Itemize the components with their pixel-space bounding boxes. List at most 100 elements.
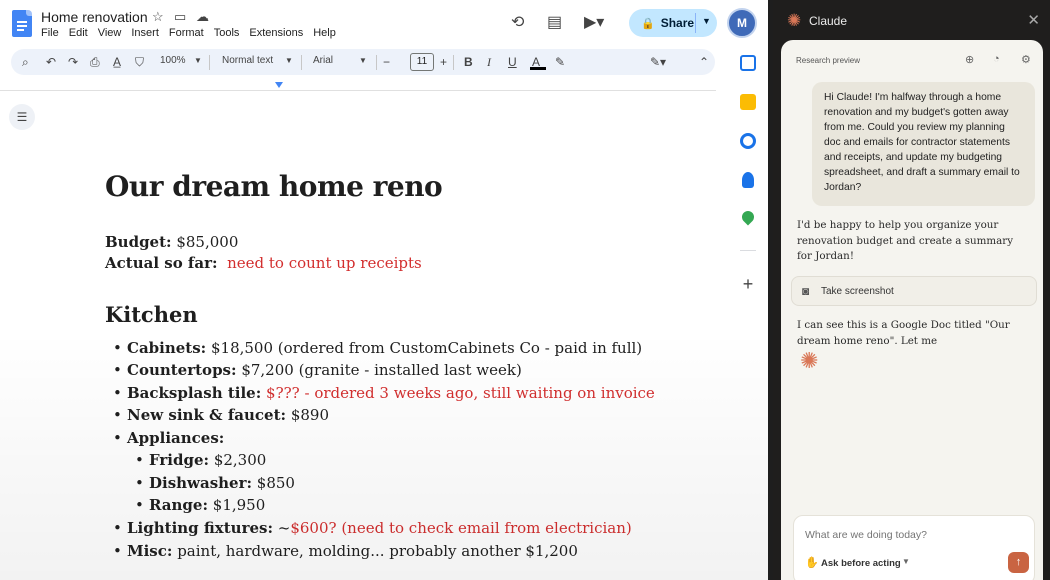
italic-button[interactable]: I: [487, 54, 491, 70]
contacts-icon[interactable]: [742, 172, 754, 188]
list-item: • Misc: paint, hardware, molding... proba…: [113, 542, 578, 560]
add-on-plus-icon[interactable]: +: [740, 274, 756, 295]
item-label: Backsplash tile:: [127, 384, 262, 402]
assistant-message: I'd be happy to help you organize your r…: [797, 219, 1014, 262]
history-icon[interactable]: ◔: [993, 53, 1000, 65]
spellcheck-icon[interactable]: A̲: [113, 54, 121, 70]
version-history-icon[interactable]: ⟲: [511, 12, 524, 32]
close-icon[interactable]: ✕: [1027, 11, 1040, 29]
redo-icon[interactable]: ↷: [68, 54, 78, 70]
user-message: Hi Claude! I'm halfway through a home re…: [812, 82, 1035, 206]
screen: Home renovation ☆ ▭ ☁ File Edit View Ins…: [0, 0, 1050, 580]
undo-icon[interactable]: ↶: [46, 54, 56, 70]
menu-help[interactable]: Help: [313, 27, 336, 39]
item-value: $890: [286, 406, 329, 424]
cloud-status-icon[interactable]: ☁: [196, 9, 209, 25]
menu-extensions[interactable]: Extensions: [249, 27, 303, 39]
research-preview-badge: Research preview: [796, 56, 861, 65]
comments-icon[interactable]: ▤: [547, 12, 562, 32]
item-label: Misc:: [127, 542, 173, 560]
docs-header: Home renovation ☆ ▭ ☁ File Edit View Ins…: [0, 0, 768, 46]
item-value: $850: [252, 474, 295, 492]
chat-card: Research preview ⊕ ◔ ⚙ Hi Claude! I'm ha…: [781, 40, 1043, 580]
underline-button[interactable]: U: [508, 54, 517, 70]
item-label: Fridge:: [149, 451, 210, 469]
tool-call-label: Take screenshot: [821, 286, 894, 297]
new-chat-icon[interactable]: ⊕: [965, 53, 974, 66]
menu-file[interactable]: File: [41, 27, 59, 39]
keep-icon[interactable]: [740, 94, 756, 110]
sub-list-item: • Fridge: $2,300: [135, 451, 267, 469]
star-icon[interactable]: ☆: [152, 9, 164, 25]
list-item: • New sink & faucet: $890: [113, 406, 329, 424]
toolbar-divider: [453, 55, 454, 70]
share-dropdown-icon[interactable]: ▼: [702, 16, 711, 26]
menu-bar: File Edit View Insert Format Tools Exten…: [41, 27, 336, 39]
decrease-font-size-icon[interactable]: −: [383, 54, 390, 70]
calendar-icon[interactable]: [740, 55, 756, 71]
chevron-down-icon[interactable]: ▼: [902, 557, 910, 566]
docs-logo-icon[interactable]: [12, 10, 32, 37]
meet-icon[interactable]: ▶▾: [584, 12, 604, 32]
menu-view[interactable]: View: [98, 27, 122, 39]
ruler-indent-marker[interactable]: [275, 82, 283, 88]
move-folder-icon[interactable]: ▭: [174, 9, 186, 25]
menu-tools[interactable]: Tools: [214, 27, 240, 39]
tool-call-take-screenshot[interactable]: ◙ Take screenshot: [791, 276, 1037, 306]
document-title[interactable]: Home renovation: [41, 9, 148, 25]
tasks-icon[interactable]: [740, 133, 756, 149]
bold-button[interactable]: B: [464, 54, 473, 70]
chat-input[interactable]: [805, 529, 1020, 541]
zoom-chevron-down-icon[interactable]: ▼: [194, 56, 202, 65]
menu-insert[interactable]: Insert: [131, 27, 159, 39]
maps-icon[interactable]: [739, 208, 757, 226]
outline-icon[interactable]: ☰: [9, 104, 35, 130]
mode-selector[interactable]: Ask before acting: [821, 558, 901, 569]
item-label: Dishwasher:: [149, 474, 253, 492]
lock-icon: 🔒: [641, 17, 655, 30]
assistant-message: I can see this is a Google Doc titled "O…: [797, 319, 1010, 347]
menu-format[interactable]: Format: [169, 27, 204, 39]
list-item: • Cabinets: $18,500 (ordered from CustomC…: [113, 339, 643, 357]
font-chevron-down-icon[interactable]: ▼: [359, 56, 367, 65]
font-select[interactable]: Arial: [313, 55, 333, 66]
item-label: Lighting fixtures:: [127, 519, 273, 537]
text-color-swatch: [530, 67, 546, 70]
claude-panel: ✺ Claude ✕ Research preview ⊕ ◔ ⚙ Hi Cla…: [773, 0, 1050, 580]
style-chevron-down-icon[interactable]: ▼: [285, 56, 293, 65]
claude-logo-icon: ✺: [787, 11, 802, 30]
collapse-toolbar-icon[interactable]: ⌃: [699, 54, 709, 70]
menu-edit[interactable]: Edit: [69, 27, 88, 39]
font-size-input[interactable]: 11: [410, 53, 434, 71]
item-value: $2,300: [209, 451, 267, 469]
formatting-toolbar: ⌕ ↶ ↷ ⎙ A̲ ⛉ 100% ▼ Normal text ▼ Arial …: [11, 49, 715, 75]
item-value: $18,500 (ordered from CustomCabinets Co …: [206, 339, 643, 357]
avatar[interactable]: M: [727, 8, 757, 38]
toolbar-divider: [209, 55, 210, 70]
zoom-select[interactable]: 100%: [160, 55, 186, 66]
item-value: $1,950: [208, 496, 266, 514]
item-label: Countertops:: [127, 361, 237, 379]
thinking-spinner-icon: ✺: [800, 348, 819, 373]
list-item: • Lighting fixtures: ~$600? (need to chec…: [113, 519, 632, 537]
paint-format-icon[interactable]: ⛉: [135, 54, 144, 70]
highlight-pen-icon[interactable]: ✎: [555, 54, 565, 70]
kitchen-heading: Kitchen: [105, 302, 198, 327]
search-menus-icon[interactable]: ⌕: [22, 54, 29, 70]
item-note: $??? - ordered 3 weeks ago, still waitin…: [266, 384, 655, 402]
share-label: Share: [660, 16, 695, 30]
actual-line: Actual so far: need to count up receipts: [105, 254, 422, 272]
share-button[interactable]: 🔒 Share ▼: [629, 9, 717, 37]
gear-icon[interactable]: ⚙: [1021, 53, 1031, 66]
docs-window: Home renovation ☆ ▭ ☁ File Edit View Ins…: [0, 0, 768, 580]
budget-line: Budget: $85,000: [105, 233, 238, 251]
hand-icon: ✋: [805, 557, 819, 569]
side-panel-rail: +: [729, 46, 767, 580]
send-button[interactable]: ↑: [1008, 552, 1029, 573]
editing-mode-icon[interactable]: ✎▾: [650, 54, 666, 70]
paragraph-style-select[interactable]: Normal text: [222, 55, 273, 66]
print-icon[interactable]: ⎙: [90, 54, 100, 70]
budget-value: $85,000: [171, 233, 239, 251]
item-label: Appliances:: [127, 429, 225, 447]
increase-font-size-icon[interactable]: +: [440, 54, 447, 70]
